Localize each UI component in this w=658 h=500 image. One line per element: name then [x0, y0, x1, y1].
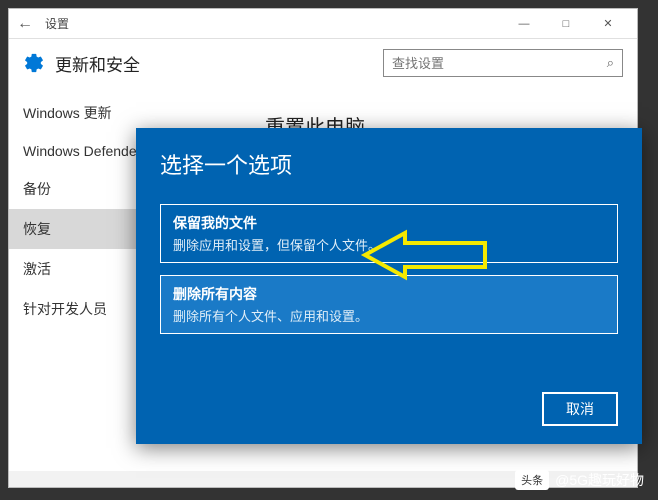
option-desc: 删除应用和设置，但保留个人文件。 — [173, 235, 605, 254]
window-title: 设置 — [37, 15, 503, 32]
cancel-button[interactable]: 取消 — [542, 392, 618, 426]
titlebar: ← 设置 — □ ✕ — [9, 9, 637, 39]
header: 更新和安全 ⌕ — [9, 39, 637, 93]
reset-dialog: 选择一个选项 保留我的文件 删除应用和设置，但保留个人文件。 删除所有内容 删除… — [136, 128, 642, 444]
gear-icon — [23, 52, 45, 74]
dialog-title: 选择一个选项 — [160, 148, 618, 180]
watermark-text: @5G趣玩好物 — [555, 470, 644, 490]
watermark: 头条 @5G趣玩好物 — [515, 470, 644, 490]
search-input[interactable] — [392, 56, 607, 71]
page-title: 更新和安全 — [55, 51, 140, 76]
close-button[interactable]: ✕ — [587, 10, 629, 38]
watermark-badge: 头条 — [515, 470, 549, 490]
sidebar-item-windows-update[interactable]: Windows 更新 — [9, 93, 239, 133]
maximize-button[interactable]: □ — [545, 10, 587, 38]
option-title: 删除所有内容 — [173, 284, 605, 304]
search-box[interactable]: ⌕ — [383, 49, 623, 77]
minimize-button[interactable]: — — [503, 10, 545, 38]
option-remove-everything[interactable]: 删除所有内容 删除所有个人文件、应用和设置。 — [160, 275, 618, 334]
option-keep-files[interactable]: 保留我的文件 删除应用和设置，但保留个人文件。 — [160, 204, 618, 263]
option-title: 保留我的文件 — [173, 213, 605, 233]
window-controls: — □ ✕ — [503, 10, 629, 38]
option-desc: 删除所有个人文件、应用和设置。 — [173, 306, 605, 325]
search-icon: ⌕ — [607, 55, 614, 71]
back-icon[interactable]: ← — [17, 15, 37, 33]
